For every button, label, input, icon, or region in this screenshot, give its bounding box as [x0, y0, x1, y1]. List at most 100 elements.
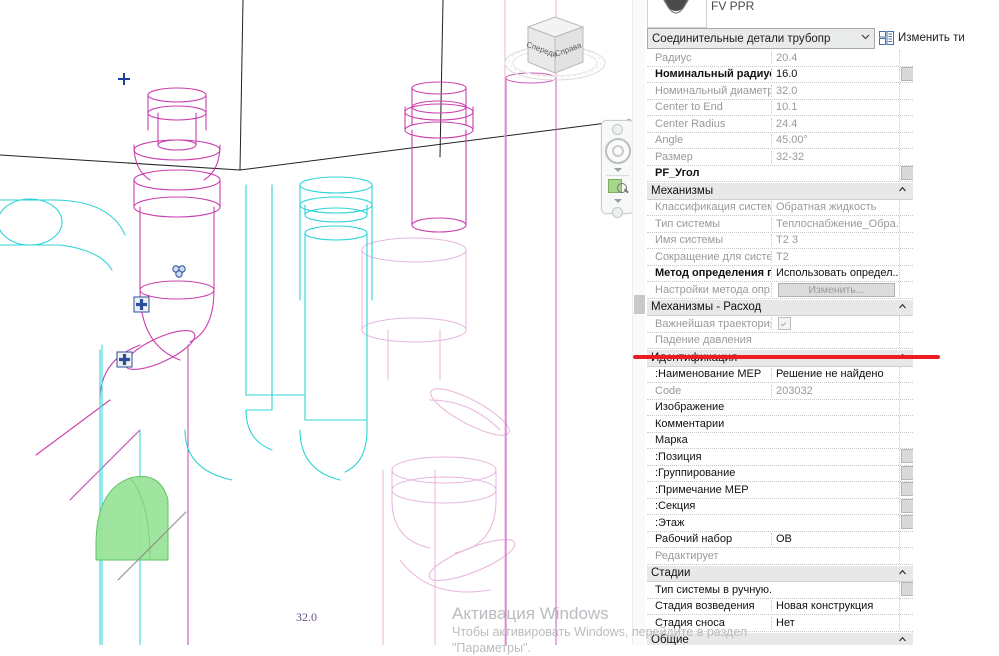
- property-row[interactable]: Angle 45.00°: [647, 132, 913, 149]
- properties-section-header-mechanical-flow[interactable]: Механизмы - Расход: [647, 298, 913, 316]
- property-value[interactable]: 16.0: [771, 68, 899, 81]
- property-row[interactable]: Комментарии: [647, 416, 913, 433]
- chevron-up-icon[interactable]: [898, 302, 907, 311]
- view-cube[interactable]: Спереди Справа: [495, 5, 615, 95]
- properties-palette[interactable]: FV PPR Соединительные детали трубопр Изм…: [645, 0, 999, 645]
- property-value[interactable]: [771, 317, 899, 331]
- property-row[interactable]: Рабочий набор ОВ: [647, 531, 913, 548]
- property-row[interactable]: Настройки метода опр... Изменить...: [647, 282, 913, 299]
- property-row[interactable]: Размер 32-32: [647, 149, 913, 166]
- property-row[interactable]: Center Radius 24.4: [647, 116, 913, 133]
- property-row[interactable]: Сокращение для систе... T2: [647, 249, 913, 266]
- property-end-cell[interactable]: [899, 582, 915, 598]
- property-value[interactable]: 32-32: [771, 150, 899, 163]
- property-end-cell[interactable]: [899, 498, 915, 514]
- navigation-bar[interactable]: [601, 120, 634, 218]
- property-row[interactable]: Center to End 10.1: [647, 99, 913, 116]
- property-value[interactable]: Новая конструкция: [771, 600, 899, 613]
- property-row[interactable]: :Группирование: [647, 465, 915, 482]
- property-checkbox[interactable]: [778, 317, 791, 331]
- property-value[interactable]: Обратная жидкость: [771, 201, 899, 214]
- property-row[interactable]: PF_Угол: [647, 165, 915, 182]
- edit-type-button[interactable]: Изменить ти: [879, 28, 965, 47]
- panel-splitter[interactable]: [632, 0, 646, 645]
- property-end-cell[interactable]: [899, 165, 915, 181]
- panel-splitter-grip[interactable]: [634, 295, 645, 314]
- property-row[interactable]: Номинальный диаметр 32.0: [647, 83, 913, 100]
- property-value[interactable]: Нет: [771, 616, 899, 629]
- property-name: :Группирование: [655, 467, 736, 480]
- properties-section-header-general[interactable]: Общие: [647, 631, 913, 645]
- property-row[interactable]: Code 203032: [647, 383, 913, 400]
- property-value[interactable]: 20.4: [771, 51, 899, 64]
- property-value[interactable]: ОВ: [771, 533, 899, 546]
- property-end-cell[interactable]: [899, 66, 915, 82]
- property-value[interactable]: Решение не найдено: [771, 368, 899, 381]
- property-row[interactable]: :Секция: [647, 498, 915, 515]
- properties-section-header-mechanical[interactable]: Механизмы: [647, 182, 913, 200]
- property-row[interactable]: :Этаж: [647, 515, 915, 532]
- property-row[interactable]: :Позиция: [647, 449, 915, 466]
- property-row[interactable]: Классификация систем Обратная жидкость: [647, 199, 913, 216]
- annotation-underline: [633, 355, 940, 359]
- property-row[interactable]: :Наименование MEP Решение не найдено: [647, 366, 913, 383]
- properties-section-header-phasing[interactable]: Стадии: [647, 564, 913, 582]
- property-name: Стадия возведения: [655, 600, 755, 613]
- property-value[interactable]: 32.0: [771, 84, 899, 97]
- property-value[interactable]: 45.00°: [771, 134, 899, 147]
- navbar-divider: [606, 175, 629, 176]
- property-name: Тип системы в ручную.: [655, 583, 771, 596]
- property-value[interactable]: T2 3: [771, 234, 899, 247]
- property-row[interactable]: Стадия сноса Нет: [647, 615, 913, 632]
- property-row[interactable]: Метод определения п... Использовать опред…: [647, 265, 913, 282]
- rotate-grip-icon[interactable]: [170, 263, 188, 281]
- property-row[interactable]: Изображение: [647, 399, 913, 416]
- property-end-cell[interactable]: [899, 515, 915, 531]
- steering-wheel-icon[interactable]: [604, 138, 631, 164]
- property-edit-button[interactable]: Изменить...: [778, 282, 895, 297]
- property-value[interactable]: Изменить...: [771, 282, 899, 297]
- connector-grip-icon-2[interactable]: [116, 351, 134, 369]
- property-row[interactable]: Имя системы T2 3: [647, 232, 913, 249]
- type-selector-combobox[interactable]: Соединительные детали трубопр: [647, 28, 875, 49]
- property-value[interactable]: 10.1: [771, 101, 899, 114]
- property-row[interactable]: Номинальный радиус 16.0: [647, 66, 915, 83]
- property-row[interactable]: :Примечание MEP: [647, 482, 915, 499]
- connector-grip-icon[interactable]: [133, 296, 151, 314]
- property-row[interactable]: Радиус 20.4: [647, 50, 913, 67]
- chevron-down-icon[interactable]: [861, 32, 870, 41]
- property-row[interactable]: Важнейшая траектория: [647, 316, 913, 333]
- navbar-menu-top-icon[interactable]: [612, 124, 623, 135]
- property-value[interactable]: Теплоснабжение_Обра...: [771, 217, 899, 230]
- property-end-cell[interactable]: [899, 449, 915, 465]
- chevron-up-icon[interactable]: [898, 568, 907, 577]
- model-viewport[interactable]: 32.0 Спереди Справа Спереди Справа: [0, 0, 632, 645]
- property-row[interactable]: Тип системы в ручную.: [647, 582, 915, 599]
- property-name: Тип системы: [655, 217, 721, 230]
- property-value[interactable]: 203032: [771, 384, 899, 397]
- property-value[interactable]: Использовать определ...: [771, 267, 899, 280]
- property-value[interactable]: 24.4: [771, 117, 899, 130]
- properties-grid[interactable]: Радиус 20.4 Номинальный радиус 16.0 Номиналь…: [647, 50, 915, 645]
- type-selector-row[interactable]: Соединительные детали трубопр Изменить т…: [645, 28, 999, 49]
- property-row[interactable]: Стадия возведения Новая конструкция: [647, 598, 913, 615]
- property-end-cell[interactable]: [899, 465, 915, 481]
- property-value[interactable]: T2: [771, 250, 899, 263]
- navbar-menu-bottom-icon[interactable]: [612, 207, 623, 218]
- section-label: Механизмы - Расход: [651, 301, 762, 314]
- property-end-cell: [899, 199, 913, 215]
- zoom-region-icon[interactable]: [607, 179, 628, 195]
- property-end-cell: [899, 216, 913, 232]
- zoom-chevron-down-icon[interactable]: [613, 199, 622, 203]
- property-row[interactable]: Редактирует: [647, 548, 913, 565]
- property-row[interactable]: Марка: [647, 432, 913, 449]
- property-end-cell[interactable]: [899, 482, 915, 498]
- property-name: :Примечание MEP: [655, 483, 749, 496]
- property-row[interactable]: Тип системы Теплоснабжение_Обра...: [647, 216, 913, 233]
- property-name: Center Radius: [655, 117, 726, 130]
- chevron-up-icon[interactable]: [898, 185, 907, 194]
- steering-wheel-chevron-down-icon[interactable]: [613, 168, 622, 172]
- chevron-up-icon[interactable]: [898, 635, 907, 644]
- properties-scrollbar[interactable]: [913, 50, 922, 645]
- property-row[interactable]: Падение давления: [647, 332, 913, 349]
